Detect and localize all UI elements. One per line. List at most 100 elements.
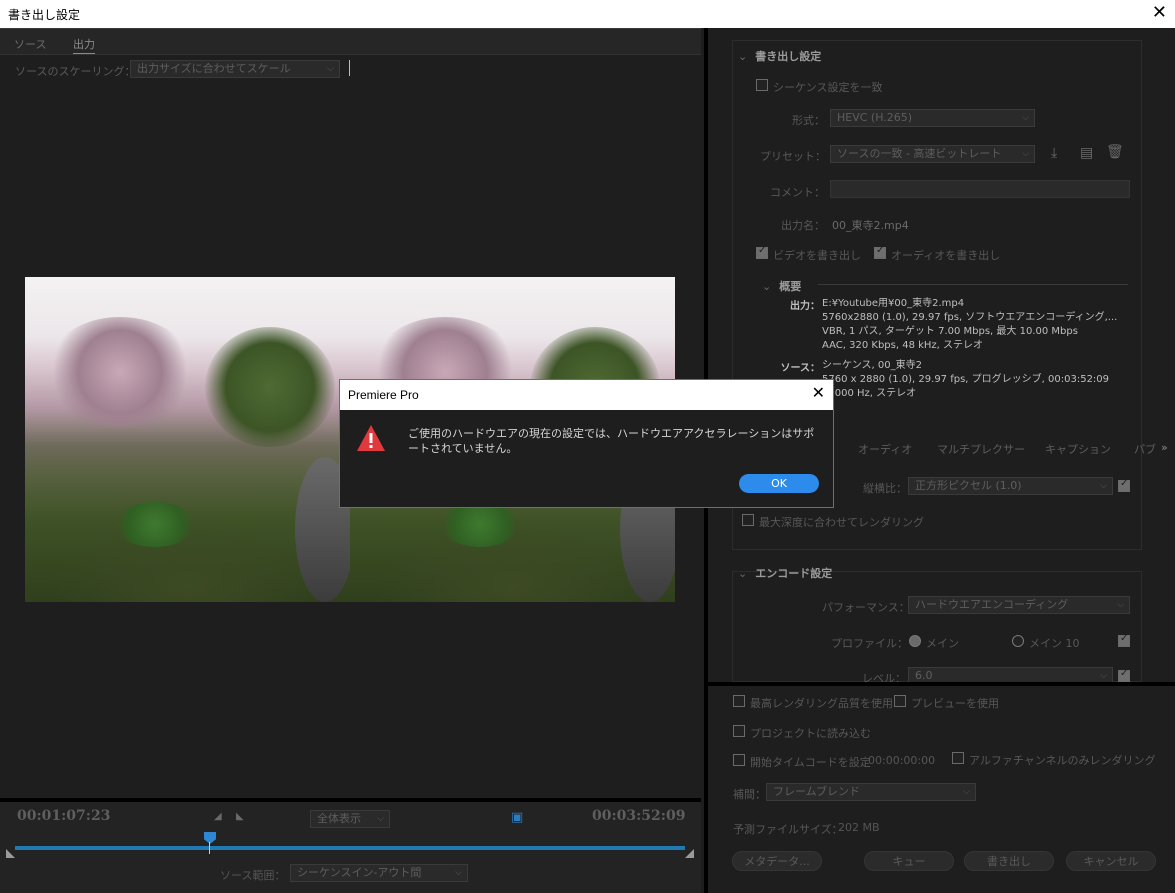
source-scaling-label: ソースのスケーリング： bbox=[15, 65, 136, 78]
performance-label: パフォーマンス： bbox=[822, 601, 910, 614]
output-name-label: 出力名： bbox=[781, 219, 825, 232]
cancel-button[interactable]: キャンセル bbox=[1066, 851, 1156, 871]
summary-output-line: 5760x2880 (1.0), 29.97 fps, ソフトウエアエンコーディ… bbox=[822, 312, 1118, 323]
export-audio-checkbox[interactable] bbox=[874, 245, 886, 259]
filesize-value: 202 MB bbox=[838, 821, 880, 834]
use-preview-checkbox[interactable] bbox=[894, 695, 906, 707]
summary-source-line: 48000 Hz, ステレオ bbox=[822, 388, 917, 399]
performance-dropdown[interactable]: ハードウエアエンコーディング ⌵ bbox=[908, 596, 1130, 614]
import-project-label: プロジェクトに読み込む bbox=[750, 727, 871, 740]
timeline-bar[interactable] bbox=[15, 846, 685, 850]
tab-source[interactable]: ソース bbox=[14, 36, 46, 52]
max-depth-label: 最大深度に合わせてレンダリング bbox=[759, 516, 924, 529]
dialog-close-icon[interactable]: ✕ bbox=[812, 383, 825, 402]
zoom-value: 全体表示 bbox=[317, 812, 361, 825]
aspect-checkbox[interactable] bbox=[1118, 478, 1130, 492]
out-point-handle[interactable] bbox=[685, 849, 694, 858]
playhead-icon[interactable] bbox=[204, 832, 216, 844]
tab-multiplexer[interactable]: マルチプレクサー bbox=[937, 441, 1025, 457]
profile-main10-radio[interactable] bbox=[1012, 635, 1024, 647]
source-scaling-dropdown[interactable]: 出力サイズに合わせてスケール ⌵ bbox=[130, 60, 340, 78]
use-preview-label: プレビューを使用 bbox=[911, 697, 999, 710]
window-close-icon[interactable]: ✕ bbox=[1152, 2, 1167, 24]
export-settings-header[interactable]: ⌄ 書き出し設定 bbox=[738, 48, 821, 64]
dialog-message: ご使用のハードウエアの現在の設定では、ハードウエアアクセラレーションはサポートさ… bbox=[408, 427, 815, 455]
comment-input[interactable] bbox=[830, 180, 1130, 198]
alert-dialog: Premiere Pro ✕ ご使用のハードウエアの現在の設定では、ハードウエア… bbox=[339, 379, 834, 508]
source-range-dropdown[interactable]: シーケンスイン-アウト間 ⌵ bbox=[290, 864, 468, 882]
set-out-icon[interactable]: ◣ bbox=[236, 811, 244, 822]
chevron-down-icon: ⌵ bbox=[1022, 149, 1029, 159]
format-value: HEVC (H.265) bbox=[837, 111, 913, 124]
window-titlebar: 書き出し設定 ✕ bbox=[0, 0, 1175, 28]
chevron-down-icon: ⌵ bbox=[963, 787, 970, 797]
summary-output-line: E:¥Youtube用¥00_東寺2.mp4 bbox=[822, 298, 965, 309]
summary-header[interactable]: ⌄ 概要 bbox=[762, 278, 801, 294]
filesize-label: 予測ファイルサイズ： bbox=[733, 823, 843, 836]
max-quality-checkbox[interactable] bbox=[733, 695, 745, 707]
comment-label: コメント： bbox=[770, 186, 825, 199]
text-cursor bbox=[349, 60, 350, 76]
alpha-only-checkbox[interactable] bbox=[952, 752, 964, 764]
interpolation-dropdown[interactable]: フレームブレンド ⌵ bbox=[766, 783, 976, 801]
queue-button[interactable]: キュー bbox=[864, 851, 954, 871]
tab-audio[interactable]: オーディオ bbox=[858, 441, 912, 457]
encode-box bbox=[732, 571, 1142, 682]
profile-main10-label: メイン 10 bbox=[1029, 637, 1080, 650]
profile-main-radio[interactable] bbox=[909, 635, 921, 647]
profile-main-label: メイン bbox=[926, 637, 959, 650]
interpolation-value: フレームブレンド bbox=[773, 785, 861, 798]
summary-rule bbox=[818, 284, 1128, 285]
source-range-label: ソース範囲： bbox=[220, 869, 286, 882]
chevron-down-icon: ⌵ bbox=[1117, 600, 1124, 610]
level-value: 6.0 bbox=[915, 669, 933, 682]
preset-label: プリセット： bbox=[760, 150, 826, 163]
timecode-current[interactable]: 00:01:07:23 bbox=[17, 808, 110, 824]
chevron-down-icon: ⌵ bbox=[327, 64, 334, 74]
playhead-line bbox=[209, 842, 210, 854]
set-in-icon[interactable]: ◢ bbox=[214, 811, 222, 822]
timecode-value[interactable]: 00:00:00:00 bbox=[868, 754, 935, 767]
match-sequence-label: シーケンス設定を一致 bbox=[773, 81, 883, 94]
summary-output-line: AAC, 320 Kbps, 48 kHz, ステレオ bbox=[822, 340, 984, 351]
summary-source-key: ソース： bbox=[780, 363, 821, 374]
source-scaling-value: 出力サイズに合わせてスケール bbox=[137, 62, 291, 75]
alpha-only-label: アルファチャンネルのみレンダリング bbox=[969, 754, 1156, 767]
chevron-down-icon: ⌵ bbox=[1100, 481, 1107, 491]
tab-publish[interactable]: パブ bbox=[1134, 441, 1156, 457]
preview-tabs: ソース 出力 bbox=[0, 28, 701, 55]
save-preset-icon[interactable]: ⤓ bbox=[1051, 145, 1057, 161]
output-name-link[interactable]: 00_東寺2.mp4 bbox=[832, 217, 909, 233]
profile-checkbox[interactable] bbox=[1118, 633, 1130, 647]
import-project-checkbox[interactable] bbox=[733, 725, 745, 737]
preset-dropdown[interactable]: ソースの一致 - 高速ビットレート ⌵ bbox=[830, 145, 1035, 163]
tab-captions[interactable]: キャプション bbox=[1045, 441, 1111, 457]
export-video-checkbox[interactable] bbox=[756, 245, 768, 259]
tab-output[interactable]: 出力 bbox=[73, 36, 95, 54]
encode-settings-header[interactable]: ⌄ エンコード設定 bbox=[738, 565, 832, 581]
tabs-more-icon[interactable]: » bbox=[1161, 441, 1168, 454]
ok-button[interactable]: OK bbox=[739, 474, 819, 493]
export-button[interactable]: 書き出し bbox=[964, 851, 1054, 871]
format-dropdown[interactable]: HEVC (H.265) ⌵ bbox=[830, 109, 1035, 127]
set-timecode-checkbox[interactable] bbox=[733, 754, 745, 766]
in-point-handle[interactable] bbox=[6, 849, 15, 858]
metadata-button[interactable]: メタデータ... bbox=[732, 851, 822, 871]
profile-label: プロファイル： bbox=[831, 637, 908, 650]
fit-frame-icon[interactable]: ▣ bbox=[511, 810, 523, 825]
interpolation-label: 補間： bbox=[733, 788, 766, 801]
summary-source-line: 5760 x 2880 (1.0), 29.97 fps, プログレッシブ, 0… bbox=[822, 374, 1110, 385]
zoom-dropdown[interactable]: 全体表示 ⌵ bbox=[310, 810, 390, 828]
summary-source: シーケンス, 00_東寺2 5760 x 2880 (1.0), 29.97 f… bbox=[822, 359, 1109, 401]
export-video-label: ビデオを書き出し bbox=[773, 249, 861, 262]
timecode-duration: 00:03:52:09 bbox=[592, 808, 686, 824]
delete-preset-icon[interactable]: 🗑 bbox=[1106, 144, 1124, 160]
level-checkbox[interactable] bbox=[1118, 668, 1130, 682]
max-depth-checkbox[interactable] bbox=[742, 514, 754, 526]
aspect-dropdown[interactable]: 正方形ピクセル (1.0) ⌵ bbox=[908, 477, 1113, 495]
chevron-down-icon: ⌄ bbox=[762, 280, 772, 293]
chevron-down-icon: ⌵ bbox=[377, 814, 384, 824]
match-sequence-checkbox[interactable] bbox=[756, 79, 768, 91]
import-preset-icon[interactable]: ▤ bbox=[1080, 145, 1093, 161]
summary-output-key: 出力： bbox=[790, 301, 820, 312]
